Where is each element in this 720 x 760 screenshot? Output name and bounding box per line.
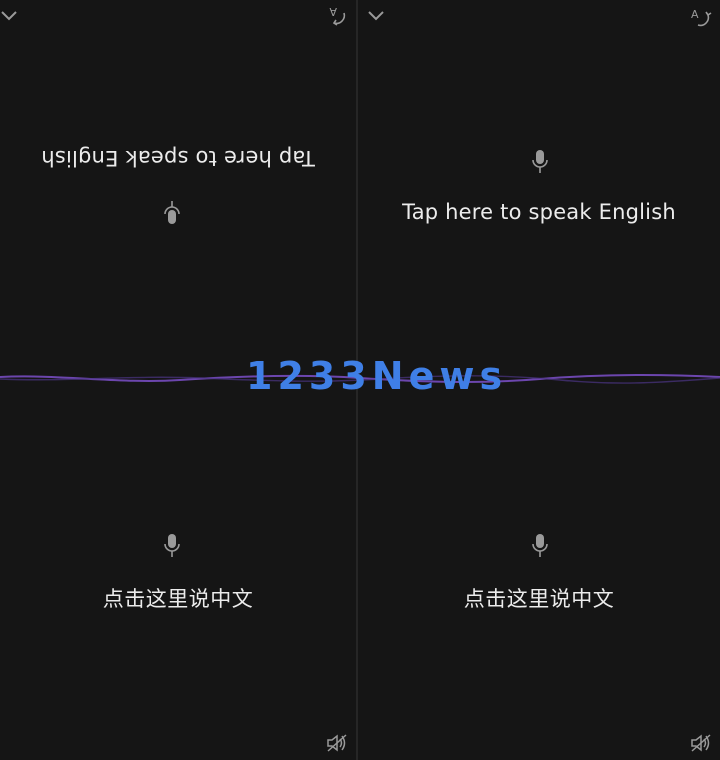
speak-chinese-prompt[interactable]: 点击这里说中文	[358, 583, 720, 613]
translate-icon[interactable]: A	[324, 3, 350, 29]
chevron-down-icon[interactable]	[0, 3, 22, 29]
microphone-icon[interactable]	[161, 198, 183, 226]
right-translation-panel: A Tap here to speak English 点击这里说中文	[358, 0, 720, 760]
microphone-icon[interactable]	[161, 532, 183, 560]
speaker-muted-icon[interactable]	[688, 730, 714, 756]
left-translation-panel: A Tap here to speak English 点击这里说中文	[0, 0, 356, 760]
svg-text:A: A	[691, 8, 699, 21]
microphone-icon[interactable]	[529, 148, 551, 176]
svg-text:A: A	[329, 5, 337, 18]
microphone-icon[interactable]	[529, 532, 551, 560]
speak-english-prompt[interactable]: Tap here to speak English	[358, 200, 720, 224]
translate-icon[interactable]: A	[688, 3, 714, 29]
chevron-down-icon[interactable]	[363, 3, 389, 29]
speaker-muted-icon[interactable]	[324, 730, 350, 756]
speak-chinese-prompt[interactable]: 点击这里说中文	[0, 583, 356, 613]
speak-english-prompt[interactable]: Tap here to speak English	[0, 146, 356, 170]
